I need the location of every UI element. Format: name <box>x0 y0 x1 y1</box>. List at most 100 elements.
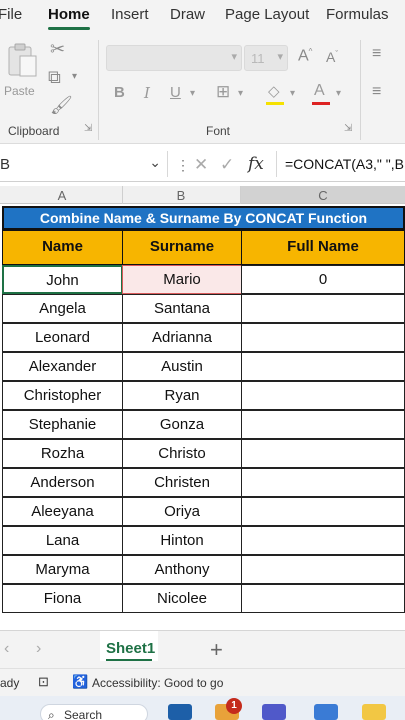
cell-full-name[interactable] <box>241 555 405 584</box>
cell-name[interactable]: Maryma <box>2 555 123 584</box>
paste-button[interactable]: Paste <box>2 40 42 102</box>
cell-surname[interactable]: Austin <box>122 352 242 381</box>
more-options-icon[interactable]: ⋮ <box>176 157 190 174</box>
cell-surname[interactable]: Adrianna <box>122 323 242 352</box>
borders-dropdown-icon[interactable]: ▾ <box>238 88 243 99</box>
cancel-icon[interactable]: ✕ <box>194 155 208 175</box>
italic-icon[interactable]: I <box>144 84 150 102</box>
ribbon-separator <box>360 40 361 140</box>
cut-icon[interactable]: ✂ <box>50 40 65 58</box>
column-headers: A B C <box>0 186 405 204</box>
name-box-value: B <box>0 156 11 173</box>
file-explorer-icon[interactable] <box>362 704 386 720</box>
cell-name[interactable]: Fiona <box>2 584 123 613</box>
font-color-dropdown-icon[interactable]: ▾ <box>336 88 341 99</box>
teams-icon[interactable] <box>262 704 286 720</box>
header-surname[interactable]: Surname <box>122 230 242 265</box>
column-header-b[interactable]: B <box>122 188 240 203</box>
cell-name[interactable]: Anderson <box>2 468 123 497</box>
sheet-tab-sheet1[interactable]: Sheet1 <box>100 631 158 661</box>
cell-name[interactable]: Alexander <box>2 352 123 381</box>
cell-full-name[interactable] <box>241 294 405 323</box>
cell-surname[interactable]: Anthony <box>122 555 242 584</box>
column-header-c[interactable]: C <box>241 188 405 203</box>
next-sheet-icon[interactable]: › <box>36 640 41 658</box>
chevron-down-icon[interactable]: ⌄ <box>149 154 161 171</box>
copy-dropdown-icon[interactable]: ▾ <box>72 72 77 82</box>
align-left-icon[interactable]: ≡ <box>372 84 381 100</box>
increase-font-icon[interactable]: A^ <box>298 48 312 64</box>
cell-surname[interactable]: Mario <box>122 265 242 294</box>
fill-color-swatch <box>266 102 284 105</box>
fill-dropdown-icon[interactable]: ▾ <box>290 88 295 99</box>
decrease-font-icon[interactable]: Aˇ <box>326 50 338 64</box>
cell-surname[interactable]: Christo <box>122 439 242 468</box>
task-view-icon[interactable] <box>168 704 192 720</box>
header-name[interactable]: Name <box>2 230 123 265</box>
font-color-swatch <box>312 102 330 105</box>
cell-surname[interactable]: Hinton <box>122 526 242 555</box>
store-icon[interactable] <box>314 704 338 720</box>
accessibility-status[interactable]: Accessibility: Good to go <box>92 676 223 690</box>
sheet-tabs-bar: ‹ › Sheet1 + <box>0 630 405 668</box>
cell-name[interactable]: Rozha <box>2 439 123 468</box>
fill-color-icon[interactable]: ◇ <box>268 82 280 100</box>
tab-insert[interactable]: Insert <box>111 6 149 23</box>
ribbon: Paste ✂ ⧉ ▾ 🖌 Clipboard ⇲ ▾ 11 ▾ A^ Aˇ B… <box>0 32 405 144</box>
status-ready: ady <box>0 676 20 690</box>
copy-icon[interactable]: ⧉ <box>48 68 61 86</box>
taskbar: ⌕ Search 1 <box>0 696 405 720</box>
cell-full-name[interactable] <box>241 468 405 497</box>
enter-check-icon[interactable]: ✓ <box>220 155 234 175</box>
tab-file[interactable]: File <box>0 6 22 23</box>
cell-surname[interactable]: Ryan <box>122 381 242 410</box>
cell-name[interactable]: Leonard <box>2 323 123 352</box>
cell-full-name[interactable] <box>241 410 405 439</box>
cell-surname[interactable]: Oriya <box>122 497 242 526</box>
cell-surname[interactable]: Gonza <box>122 410 242 439</box>
underline-dropdown-icon[interactable]: ▾ <box>190 88 195 99</box>
cell-name[interactable]: John <box>2 265 123 294</box>
clipboard-launcher-icon[interactable]: ⇲ <box>84 124 92 134</box>
header-full-name[interactable]: Full Name <box>241 230 405 265</box>
cell-surname[interactable]: Christen <box>122 468 242 497</box>
prev-sheet-icon[interactable]: ‹ <box>4 640 9 658</box>
tab-formulas[interactable]: Formulas <box>326 6 389 23</box>
cell-full-name[interactable] <box>241 323 405 352</box>
cell-full-name[interactable] <box>241 584 405 613</box>
align-top-icon[interactable]: ≡ <box>372 46 381 62</box>
cell-full-name[interactable] <box>241 381 405 410</box>
cell-name[interactable]: Aleeyana <box>2 497 123 526</box>
insert-function-button[interactable]: fx <box>248 154 264 174</box>
tab-draw[interactable]: Draw <box>170 6 205 23</box>
macro-record-icon[interactable]: ⊡ <box>38 674 49 690</box>
cell-full-name[interactable] <box>241 352 405 381</box>
font-color-icon[interactable]: A <box>314 82 325 100</box>
cell-full-name[interactable] <box>241 526 405 555</box>
underline-icon[interactable]: U <box>170 84 181 101</box>
format-painter-icon[interactable]: 🖌 <box>50 96 73 114</box>
font-launcher-icon[interactable]: ⇲ <box>344 124 352 134</box>
cell-full-name[interactable] <box>241 439 405 468</box>
cell-name[interactable]: Angela <box>2 294 123 323</box>
tab-home[interactable]: Home <box>48 6 90 23</box>
cell-surname[interactable]: Nicolee <box>122 584 242 613</box>
cell-name[interactable]: Christopher <box>2 381 123 410</box>
chevron-down-icon: ▾ <box>231 51 237 63</box>
tab-page-layout[interactable]: Page Layout <box>225 6 309 23</box>
name-box[interactable]: B ⌄ <box>0 151 168 177</box>
table-title-cell[interactable]: Combine Name & Surname By CONCAT Functio… <box>2 206 405 230</box>
bold-icon[interactable]: B <box>114 84 125 101</box>
borders-icon[interactable]: ⊞ <box>216 82 230 102</box>
formula-input[interactable]: =CONCAT(A3," ",B <box>276 151 405 177</box>
cell-name[interactable]: Lana <box>2 526 123 555</box>
cell-name[interactable]: Stephanie <box>2 410 123 439</box>
font-name-select[interactable]: ▾ <box>106 45 242 71</box>
font-size-select[interactable]: 11 ▾ <box>244 45 288 71</box>
cell-surname[interactable]: Santana <box>122 294 242 323</box>
column-header-a[interactable]: A <box>2 188 122 203</box>
font-group-label: Font <box>206 124 231 138</box>
cell-full-name[interactable] <box>241 497 405 526</box>
add-sheet-button[interactable]: + <box>210 637 223 663</box>
cell-full-name[interactable]: 0 <box>241 265 405 294</box>
